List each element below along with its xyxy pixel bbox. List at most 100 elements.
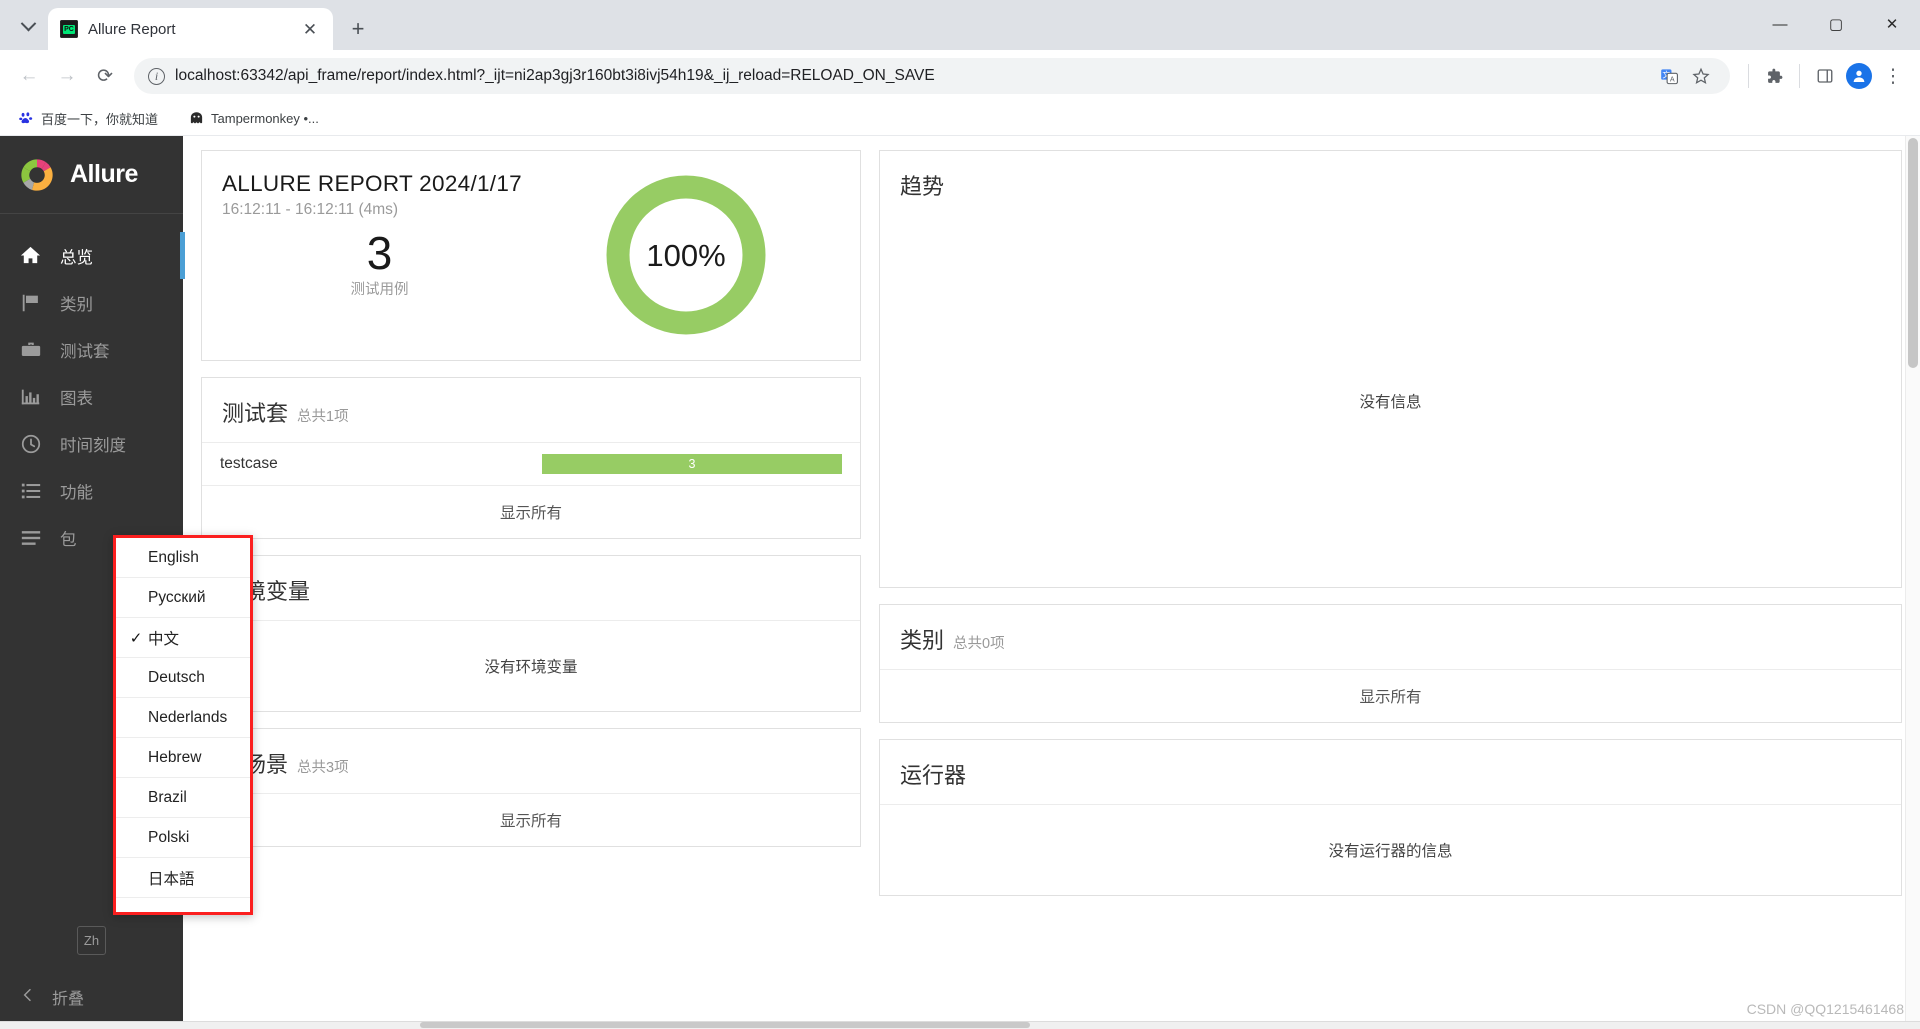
sidebar-footer: Zh 折叠 — [0, 926, 183, 1029]
bookmark-item-tampermonkey[interactable]: Tampermonkey •... — [182, 107, 325, 131]
avatar — [1846, 63, 1872, 89]
executors-title: 运行器 — [900, 763, 967, 788]
executors-widget: 运行器 没有运行器的信息 — [879, 739, 1902, 896]
bookmark-star-icon[interactable] — [1686, 61, 1716, 91]
allure-logo-icon — [18, 156, 56, 194]
categories-show-all-link[interactable]: 显示所有 — [880, 669, 1901, 722]
sidebar-item-overview[interactable]: 总览 — [0, 232, 185, 279]
suite-name[interactable]: testcase — [220, 455, 520, 473]
report-content: ALLURE REPORT 2024/1/17 16:12:11 - 16:12… — [183, 136, 1920, 1029]
pass-rate-label: 100% — [646, 238, 725, 273]
sidebar-item-categories[interactable]: 类别 — [0, 279, 183, 326]
environment-widget: 环境变量 没有环境变量 — [201, 555, 861, 712]
extensions-icon[interactable] — [1759, 61, 1789, 91]
briefcase-icon — [18, 339, 43, 361]
scrollbar-thumb[interactable] — [1908, 138, 1918, 368]
list-icon — [18, 480, 43, 502]
suites-widget: 测试套 总共1项 testcase 3 显示所有 — [201, 377, 861, 539]
table-row[interactable]: testcase 3 — [202, 442, 860, 485]
language-option-hebrew[interactable]: Hebrew — [116, 738, 250, 778]
tab-favicon-icon: PC — [60, 20, 78, 38]
page-viewport: Allure 总览 类别 测试套 图表 时间刻度 功能 包 Zh 折叠 ALLU… — [0, 136, 1920, 1029]
scenarios-subtitle: 总共3项 — [297, 760, 349, 776]
sidebar-item-suites[interactable]: 测试套 — [0, 326, 183, 373]
language-option-german[interactable]: Deutsch — [116, 658, 250, 698]
scenarios-widget: 主场景 总共3项 显示所有 — [201, 728, 861, 847]
language-switcher-button[interactable]: Zh — [77, 926, 106, 955]
flag-icon — [18, 292, 43, 314]
sidebar-item-label: 总览 — [60, 248, 93, 267]
test-case-label: 测试用例 — [350, 281, 409, 298]
toolbar-divider — [1748, 64, 1749, 88]
translate-icon[interactable]: 文 A — [1654, 61, 1684, 91]
environment-header: 环境变量 — [202, 556, 860, 620]
page-scrollbar[interactable] — [1905, 136, 1920, 1029]
trend-empty-message: 没有信息 — [1359, 394, 1422, 411]
trend-title: 趋势 — [900, 174, 945, 199]
horizontal-scrollbar[interactable] — [0, 1021, 1920, 1029]
sidebar-item-label: 功能 — [60, 483, 93, 502]
account-avatar-icon[interactable] — [1844, 61, 1874, 91]
brand-header: Allure — [0, 136, 183, 214]
window-close-button[interactable]: ✕ — [1864, 0, 1920, 48]
language-label: Deutsch — [148, 668, 205, 686]
language-option-truncated[interactable] — [116, 898, 250, 912]
language-option-polish[interactable]: Polski — [116, 818, 250, 858]
language-option-brazil[interactable]: Brazil — [116, 778, 250, 818]
suites-subtitle: 总共1项 — [297, 409, 349, 425]
site-info-icon[interactable]: i — [148, 67, 165, 85]
language-option-dutch[interactable]: Nederlands — [116, 698, 250, 738]
sidebar-collapse-button[interactable]: 折叠 — [0, 977, 183, 1017]
window-maximize-button[interactable]: ▢ — [1808, 0, 1864, 48]
tab-close-icon[interactable]: ✕ — [299, 18, 321, 40]
reload-button[interactable]: ⟳ — [88, 59, 122, 93]
favicon-label: PC — [63, 24, 75, 34]
sidebar-item-graphs[interactable]: 图表 — [0, 373, 183, 420]
tampermonkey-icon — [188, 111, 204, 127]
language-label: 中文 — [148, 630, 180, 648]
scenarios-show-all-link[interactable]: 显示所有 — [202, 793, 860, 846]
brand-name: Allure — [70, 160, 138, 188]
suites-show-all-link[interactable]: 显示所有 — [202, 485, 860, 538]
address-bar[interactable]: i localhost:63342/api_frame/report/index… — [134, 58, 1730, 94]
test-case-stat: 3 测试用例 — [202, 227, 557, 299]
browser-tab[interactable]: PC Allure Report ✕ — [48, 8, 333, 50]
url-text: localhost:63342/api_frame/report/index.h… — [175, 67, 935, 84]
clock-icon — [18, 433, 43, 455]
side-panel-icon[interactable] — [1810, 61, 1840, 91]
language-option-russian[interactable]: Русский — [116, 578, 250, 618]
language-label: Русский — [148, 588, 206, 606]
toolbar-divider-2 — [1799, 64, 1800, 88]
sidebar-item-label: 包 — [60, 530, 77, 549]
language-option-chinese[interactable]: ✓ 中文 — [116, 618, 250, 658]
back-button[interactable]: ← — [12, 59, 46, 93]
sidebar-item-behaviors[interactable]: 功能 — [0, 467, 183, 514]
language-label: English — [148, 548, 199, 566]
home-icon — [18, 244, 43, 267]
trend-header: 趋势 — [880, 151, 1901, 215]
forward-button[interactable]: → — [50, 59, 84, 93]
language-label: 日本語 — [148, 870, 195, 888]
language-option-english[interactable]: English — [116, 538, 250, 578]
suite-bar-area: 3 — [530, 454, 842, 474]
sidebar-collapse-label: 折叠 — [52, 991, 85, 1008]
chevron-down-icon — [20, 15, 36, 31]
tab-search-button[interactable] — [8, 6, 48, 46]
window-minimize-button[interactable]: — — [1752, 0, 1808, 48]
horizontal-scrollbar-thumb[interactable] — [420, 1022, 1030, 1028]
language-dropdown-menu[interactable]: English Русский ✓ 中文 Deutsch Nederlands … — [113, 535, 253, 915]
browser-menu-icon[interactable]: ⋮ — [1878, 61, 1908, 91]
categories-title: 类别 — [900, 628, 945, 653]
language-option-japanese[interactable]: 日本語 — [116, 858, 250, 898]
new-tab-button[interactable]: + — [341, 12, 375, 46]
sidebar-item-timeline[interactable]: 时间刻度 — [0, 420, 183, 467]
bookmark-item-baidu[interactable]: 百度一下，你就知道 — [12, 105, 164, 132]
executors-empty-message: 没有运行器的信息 — [880, 804, 1901, 895]
categories-widget: 类别 总共0项 显示所有 — [879, 604, 1902, 723]
sidebar-item-label: 图表 — [60, 389, 93, 408]
sidebar-nav: 总览 类别 测试套 图表 时间刻度 功能 包 — [0, 214, 185, 561]
svg-text:A: A — [1669, 75, 1674, 83]
sidebar-item-label: 测试套 — [60, 342, 110, 361]
pass-rate-donut: 100% — [602, 171, 770, 344]
bookmarks-bar: 百度一下，你就知道 Tampermonkey •... — [0, 102, 1920, 136]
